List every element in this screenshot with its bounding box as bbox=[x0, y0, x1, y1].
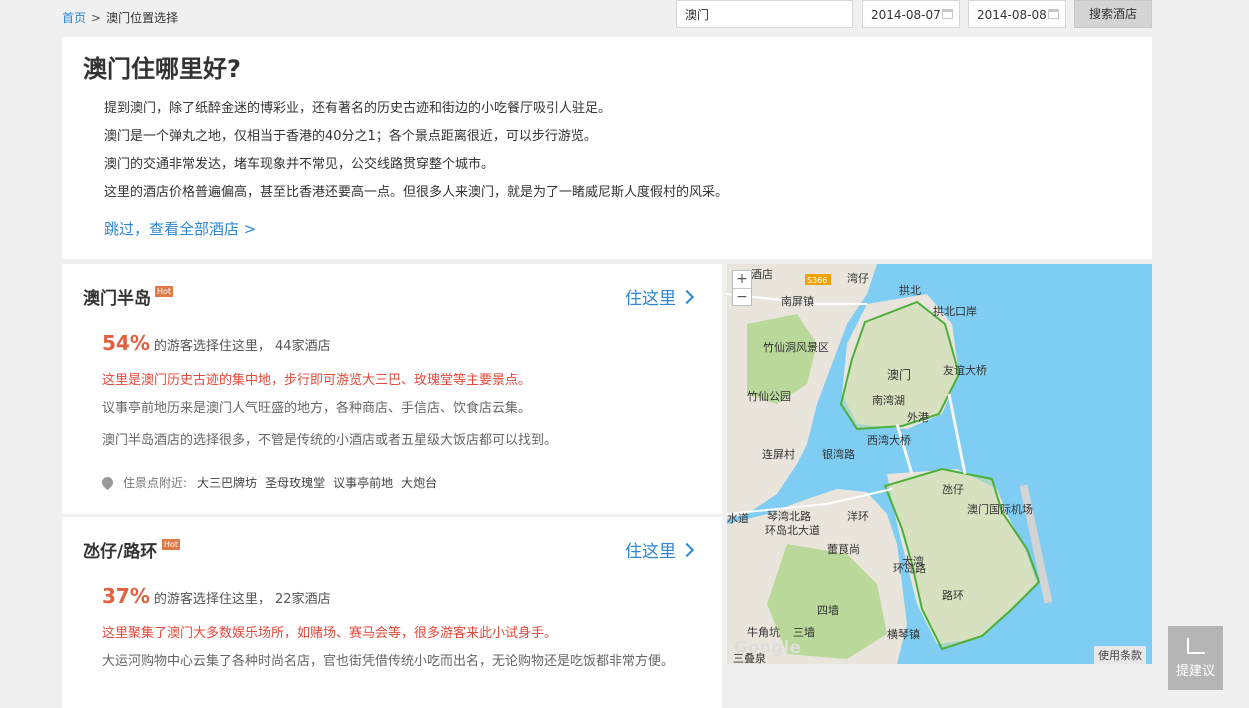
map-label: 澳门 bbox=[887, 367, 911, 382]
view-all-hotels-link[interactable]: 跳过，查看全部酒店 > bbox=[104, 218, 256, 239]
area-description: 议事亭前地历来是澳门人气旺盛的地方，各种商店、手信店、饮食店云集。 bbox=[102, 401, 532, 416]
hot-badge: Hot bbox=[155, 286, 174, 297]
hot-badge: Hot bbox=[162, 539, 181, 550]
map-label: 澳门国际机场 bbox=[967, 502, 1033, 516]
nearby-sights: 住景点附近: 大三巴牌坊 圣母玫瑰堂 议事亭前地 大炮台 bbox=[99, 474, 445, 491]
map-label: 蕾茛尚 bbox=[827, 542, 860, 556]
live-here-label: 住这里 bbox=[625, 542, 676, 562]
map-label: 竹仙公园 bbox=[747, 389, 791, 403]
map-label: 四墙 bbox=[817, 603, 839, 617]
map-label: 连屏村 bbox=[762, 447, 795, 461]
map-label: 路环 bbox=[942, 589, 964, 602]
map-label: 洋环 bbox=[847, 509, 869, 523]
area-description: 大运河购物中心云集了各种时尚名店，官也街凭借传统小吃而出名，无论购物还是吃饭都非… bbox=[102, 654, 675, 669]
zoom-in-button[interactable]: + bbox=[733, 271, 751, 289]
area-description: 澳门半岛酒店的选择很多，不管是传统的小酒店或者五星级大饭店都可以找到。 bbox=[102, 433, 558, 448]
zoom-out-button[interactable]: − bbox=[733, 289, 751, 306]
map-terms-link[interactable]: 使用条款 bbox=[1094, 646, 1146, 664]
area-name: 澳门半岛 bbox=[83, 289, 151, 309]
checkin-date-value: 2014-08-07 bbox=[871, 8, 941, 22]
visitor-percent: 37% bbox=[102, 584, 150, 608]
breadcrumb-home-link[interactable]: 首页 bbox=[62, 11, 86, 25]
map-label: 琴湾北路 bbox=[767, 509, 811, 523]
map-label: 三墙 bbox=[793, 625, 815, 639]
area-highlight: 这里聚集了澳门大多数娱乐场所，如赌场、赛马会等，很多游客来此小试身手。 bbox=[102, 626, 558, 641]
map-label: 牛角坑 bbox=[747, 625, 780, 639]
area-card-taipa-coloane: 氹仔/路环 Hot 住这里 37% 的游客选择住这里， 22家酒店 这里聚集了澳门… bbox=[62, 517, 722, 708]
map-label: 西湾大桥 bbox=[867, 433, 911, 447]
intro-line: 澳门是一个弹丸之地，仅相当于香港的40分之1；各个景点距离很近，可以步行游览。 bbox=[104, 129, 597, 144]
map-label: 拱北口岸 bbox=[933, 304, 977, 318]
visitor-percent: 54% bbox=[102, 331, 150, 355]
percent-suffix: 的游客选择住这里， bbox=[153, 592, 271, 607]
edit-icon bbox=[1186, 638, 1205, 654]
map-label: 友谊大桥 bbox=[943, 363, 987, 377]
google-logo: Google bbox=[734, 638, 801, 658]
hotel-count: 44家酒店 bbox=[275, 339, 331, 354]
nearby-sight-link[interactable]: 大三巴牌坊 bbox=[197, 476, 257, 490]
nearby-sight-link[interactable]: 大炮台 bbox=[401, 476, 437, 490]
search-hotels-button[interactable]: 搜索酒店 bbox=[1074, 0, 1152, 28]
map-canvas: 酒店 S366 湾仔 拱北 南屏镇 拱北口岸 竹仙洞风景区 澳门 南湾湖 竹仙公… bbox=[727, 264, 1053, 664]
map-label: 南湾湖 bbox=[872, 393, 905, 407]
map-zoom-control: + − bbox=[732, 270, 752, 306]
nearby-sight-link[interactable]: 议事亭前地 bbox=[333, 476, 393, 490]
calendar-icon bbox=[942, 9, 953, 19]
chevron-right-icon bbox=[679, 289, 695, 305]
checkin-date-field[interactable]: 2014-08-07 bbox=[862, 0, 960, 28]
sai-van-bridge bbox=[895, 423, 914, 475]
calendar-icon bbox=[1048, 9, 1059, 19]
city-search-input[interactable]: 澳门 bbox=[676, 0, 853, 28]
chevron-right-icon bbox=[679, 542, 695, 558]
area-card-macau-peninsula: 澳门半岛 Hot 住这里 54% 的游客选择住这里， 44家酒店 这里是澳门历史古… bbox=[62, 264, 722, 514]
checkout-date-value: 2014-08-08 bbox=[977, 8, 1047, 22]
breadcrumb: 首页 > 澳门位置选择 bbox=[62, 9, 178, 26]
percent-suffix: 的游客选择住这里， bbox=[153, 339, 271, 354]
page-title: 澳门住哪里好? bbox=[83, 55, 241, 83]
map-label: 外港 bbox=[907, 411, 929, 424]
area-highlight: 这里是澳门历史古迹的集中地，步行即可游览大三巴、玫瑰堂等主要景点。 bbox=[102, 373, 532, 388]
friendship-bridge bbox=[947, 393, 967, 475]
map-label: 南屏镇 bbox=[781, 294, 814, 308]
map-label: 氹仔 bbox=[942, 483, 964, 496]
map-label: 大湾 bbox=[902, 554, 924, 568]
map-label: 横琴镇 bbox=[887, 627, 920, 641]
live-here-label: 住这里 bbox=[625, 289, 676, 309]
map-label: 水道 bbox=[727, 511, 749, 525]
nearby-label: 住景点附近: bbox=[123, 476, 188, 490]
location-pin-icon bbox=[99, 474, 116, 491]
live-here-link[interactable]: 住这里 bbox=[625, 284, 695, 309]
intro-panel: 澳门住哪里好? 提到澳门，除了纸醉金迷的博彩业，还有著名的历史古迹和街边的小吃餐… bbox=[62, 37, 1152, 259]
map-label: 酒店 bbox=[751, 267, 773, 281]
intro-line: 这里的酒店价格普遍偏高，甚至比香港还要高一点。但很多人来澳门，就是为了一睹威尼斯… bbox=[104, 185, 729, 200]
stats-row: 37% 的游客选择住这里， 22家酒店 bbox=[102, 584, 331, 608]
nearby-sight-link[interactable]: 圣母玫瑰堂 bbox=[265, 476, 325, 490]
area-name: 氹仔/路环 bbox=[83, 542, 158, 562]
map-label: 拱北 bbox=[899, 283, 921, 297]
intro-line: 提到澳门，除了纸醉金迷的博彩业，还有著名的历史古迹和街边的小吃餐厅吸引人驻足。 bbox=[104, 101, 612, 116]
feedback-button[interactable]: 提建议 bbox=[1168, 626, 1223, 690]
area-map[interactable]: 酒店 S366 湾仔 拱北 南屏镇 拱北口岸 竹仙洞风景区 澳门 南湾湖 竹仙公… bbox=[727, 264, 1152, 664]
map-label: 环岛北大道 bbox=[765, 523, 820, 537]
hotel-count: 22家酒店 bbox=[275, 592, 331, 607]
feedback-label: 提建议 bbox=[1175, 664, 1215, 679]
breadcrumb-current: 澳门位置选择 bbox=[106, 11, 179, 25]
map-label: 银湾路 bbox=[822, 447, 855, 461]
map-label: S366 bbox=[807, 276, 827, 285]
map-label: 湾仔 bbox=[847, 271, 869, 285]
map-label: 竹仙洞风景区 bbox=[763, 340, 829, 354]
checkout-date-field[interactable]: 2014-08-08 bbox=[968, 0, 1066, 28]
breadcrumb-separator: > bbox=[91, 11, 102, 25]
stats-row: 54% 的游客选择住这里， 44家酒店 bbox=[102, 331, 331, 355]
live-here-link[interactable]: 住这里 bbox=[625, 537, 695, 562]
intro-line: 澳门的交通非常发达，堵车现象并不常见，公交线路贯穿整个城市。 bbox=[104, 157, 495, 172]
